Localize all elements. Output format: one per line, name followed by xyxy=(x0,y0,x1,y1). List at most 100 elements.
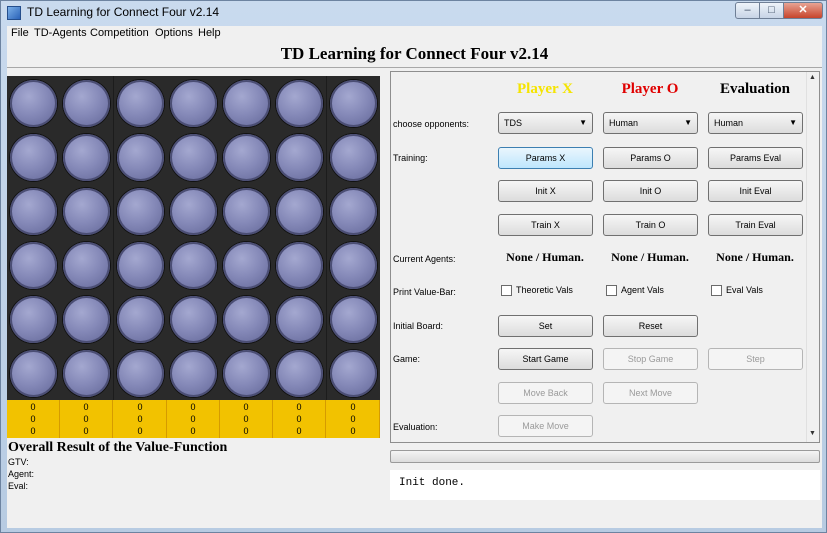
board-cell[interactable] xyxy=(114,238,167,292)
board-cell[interactable] xyxy=(220,292,273,346)
control-panel: Player X Player O Evaluation choose oppo… xyxy=(390,71,820,443)
stop-game-button[interactable]: Stop Game xyxy=(603,348,698,370)
progress-bar xyxy=(390,450,820,463)
next-move-button[interactable]: Next Move xyxy=(603,382,698,404)
value-cell: 0 xyxy=(83,414,89,424)
player-o-opponent-select[interactable]: Human ▼ xyxy=(603,112,698,134)
params-o-button[interactable]: Params O xyxy=(603,147,698,169)
board-cell[interactable] xyxy=(273,346,326,400)
menu-options[interactable]: Options xyxy=(155,27,193,39)
board-cell[interactable] xyxy=(273,76,326,130)
result-title: Overall Result of the Value-Function xyxy=(8,440,228,455)
value-cell: 0 xyxy=(190,402,196,412)
board-cell[interactable] xyxy=(7,292,60,346)
board-cell[interactable] xyxy=(60,130,113,184)
empty-slot xyxy=(330,188,377,235)
board-cell[interactable] xyxy=(60,184,113,238)
agent-vals-label: Agent Vals xyxy=(621,285,664,295)
empty-slot xyxy=(10,80,57,127)
board-cell[interactable] xyxy=(167,184,220,238)
eval-vals-checkbox[interactable]: Eval Vals xyxy=(711,285,763,297)
empty-slot xyxy=(276,188,323,235)
board-cell[interactable] xyxy=(167,346,220,400)
board-cell[interactable] xyxy=(273,184,326,238)
value-cell: 0 xyxy=(30,426,36,436)
train-eval-button[interactable]: Train Eval xyxy=(708,214,803,236)
board-cell[interactable] xyxy=(60,76,113,130)
move-back-button[interactable]: Move Back xyxy=(498,382,593,404)
panel-scrollbar[interactable]: ▲ ▼ xyxy=(806,72,819,442)
board-cell[interactable] xyxy=(327,346,380,400)
empty-slot xyxy=(117,134,164,181)
set-board-button[interactable]: Set xyxy=(498,315,593,337)
board-cell[interactable] xyxy=(167,76,220,130)
board-cell[interactable] xyxy=(220,346,273,400)
player-x-opponent-select[interactable]: TDS ▼ xyxy=(498,112,593,134)
close-button[interactable]: ✕ xyxy=(783,2,823,19)
params-x-button[interactable]: Params X xyxy=(498,147,593,169)
board-cell[interactable] xyxy=(220,184,273,238)
minimize-button[interactable]: – xyxy=(735,2,760,19)
empty-slot xyxy=(63,296,110,343)
board-cell[interactable] xyxy=(114,292,167,346)
board-cell[interactable] xyxy=(327,130,380,184)
board-cell[interactable] xyxy=(7,130,60,184)
board-cell[interactable] xyxy=(60,292,113,346)
menu-file[interactable]: File xyxy=(11,27,29,39)
board-cell[interactable] xyxy=(167,130,220,184)
maximize-button[interactable]: □ xyxy=(759,2,784,19)
board-cell[interactable] xyxy=(114,346,167,400)
value-bar: 0 0 0 0 0 0 0 0 0 0 0 0 0 0 0 0 0 0 0 0 0 xyxy=(7,400,380,438)
board-cell[interactable] xyxy=(273,292,326,346)
board-cell[interactable] xyxy=(327,184,380,238)
make-move-button[interactable]: Make Move xyxy=(498,415,593,437)
board-cell[interactable] xyxy=(7,238,60,292)
menu-td-agents[interactable]: TD-Agents xyxy=(34,27,87,39)
board-cell[interactable] xyxy=(220,238,273,292)
empty-slot xyxy=(276,134,323,181)
divider xyxy=(7,67,822,68)
empty-slot xyxy=(330,350,377,397)
board-cell[interactable] xyxy=(220,76,273,130)
game-board[interactable] xyxy=(7,76,380,400)
board-cell[interactable] xyxy=(114,130,167,184)
board-cell[interactable] xyxy=(327,76,380,130)
board-cell[interactable] xyxy=(327,292,380,346)
train-o-button[interactable]: Train O xyxy=(603,214,698,236)
init-o-button[interactable]: Init O xyxy=(603,180,698,202)
scroll-down-icon[interactable]: ▼ xyxy=(809,430,816,437)
menu-competition[interactable]: Competition xyxy=(90,27,149,39)
train-x-button[interactable]: Train X xyxy=(498,214,593,236)
board-cell[interactable] xyxy=(7,184,60,238)
current-agent-x: None / Human. xyxy=(506,250,584,264)
menu-help[interactable]: Help xyxy=(198,27,221,39)
board-cell[interactable] xyxy=(273,238,326,292)
board-cell[interactable] xyxy=(327,238,380,292)
step-button[interactable]: Step xyxy=(708,348,803,370)
start-game-button[interactable]: Start Game xyxy=(498,348,593,370)
board-cell[interactable] xyxy=(7,346,60,400)
scroll-up-icon[interactable]: ▲ xyxy=(809,74,816,81)
board-cell[interactable] xyxy=(167,238,220,292)
evaluation-opponent-select[interactable]: Human ▼ xyxy=(708,112,803,134)
value-column: 0 0 0 xyxy=(167,400,220,438)
board-cell[interactable] xyxy=(220,130,273,184)
agent-vals-checkbox[interactable]: Agent Vals xyxy=(606,285,664,297)
value-cell: 0 xyxy=(243,414,249,424)
theoretic-vals-checkbox[interactable]: Theoretic Vals xyxy=(501,285,573,297)
reset-board-button[interactable]: Reset xyxy=(603,315,698,337)
init-eval-button[interactable]: Init Eval xyxy=(708,180,803,202)
empty-slot xyxy=(330,296,377,343)
init-x-button[interactable]: Init X xyxy=(498,180,593,202)
board-cell[interactable] xyxy=(7,76,60,130)
board-cell[interactable] xyxy=(60,346,113,400)
board-cell[interactable] xyxy=(60,238,113,292)
params-eval-button[interactable]: Params Eval xyxy=(708,147,803,169)
board-cell[interactable] xyxy=(273,130,326,184)
board-cell[interactable] xyxy=(114,76,167,130)
value-cell: 0 xyxy=(30,414,36,424)
theoretic-vals-label: Theoretic Vals xyxy=(516,285,573,295)
board-cell[interactable] xyxy=(114,184,167,238)
chevron-down-icon: ▼ xyxy=(789,118,797,127)
board-cell[interactable] xyxy=(167,292,220,346)
